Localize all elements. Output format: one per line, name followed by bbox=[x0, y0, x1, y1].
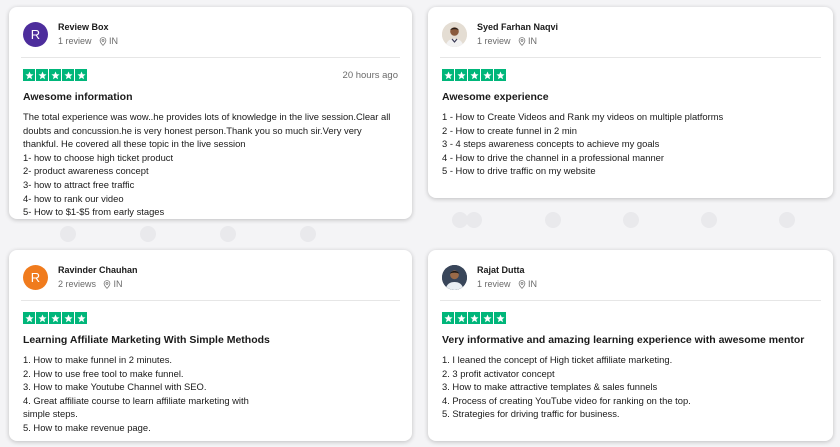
star-icon bbox=[23, 312, 35, 324]
star-icon bbox=[442, 312, 454, 324]
star-rating bbox=[442, 312, 506, 324]
country: IN bbox=[528, 278, 538, 289]
star-rating bbox=[23, 312, 87, 324]
review-count: 2 reviews bbox=[58, 278, 97, 289]
avatar[interactable] bbox=[442, 21, 467, 47]
review-line: 5 - How to drive traffic on my website bbox=[442, 165, 596, 177]
review-line: 4. Process of creating YouTube video for… bbox=[442, 394, 691, 406]
location: IN bbox=[518, 35, 538, 48]
divider bbox=[440, 57, 821, 58]
review-title[interactable]: Awesome information bbox=[23, 90, 398, 104]
star-icon bbox=[455, 69, 467, 81]
review-line: 3 - 4 steps awareness concepts to achiev… bbox=[442, 138, 660, 150]
star-icon bbox=[75, 69, 87, 81]
review-date: 20 hours ago bbox=[342, 69, 398, 81]
star-icon bbox=[75, 312, 87, 324]
reviewer-header: R Review Box 1 review IN bbox=[23, 21, 398, 47]
star-icon bbox=[455, 312, 467, 324]
reviewer-header: Syed Farhan Naqvi 1 review IN bbox=[442, 21, 819, 47]
review-line: 4 - How to drive the channel in a profes… bbox=[442, 151, 664, 163]
star-icon bbox=[442, 69, 454, 81]
review-line: The total experience was wow..he provide… bbox=[23, 111, 391, 150]
country: IN bbox=[109, 35, 119, 46]
avatar[interactable] bbox=[442, 264, 467, 290]
star-icon bbox=[36, 69, 48, 81]
review-title[interactable]: Learning Affiliate Marketing With Simple… bbox=[23, 333, 398, 347]
review-title[interactable]: Very informative and amazing learning ex… bbox=[442, 333, 819, 347]
map-pin-icon bbox=[99, 36, 107, 46]
star-icon bbox=[481, 69, 493, 81]
review-line: 2- product awareness concept bbox=[23, 165, 149, 177]
review-count: 1 review bbox=[477, 35, 511, 46]
review-card: R Review Box 1 review IN 20 hours ago Aw… bbox=[9, 7, 412, 219]
location: IN bbox=[103, 278, 123, 291]
divider bbox=[21, 300, 400, 301]
review-title[interactable]: Awesome experience bbox=[442, 90, 819, 104]
review-card: Rajat Dutta 1 review IN Very informative… bbox=[428, 250, 833, 441]
reviewer-header: Rajat Dutta 1 review IN bbox=[442, 264, 819, 290]
star-icon bbox=[468, 69, 480, 81]
review-line: 1. I leaned the concept of High ticket a… bbox=[442, 354, 673, 365]
star-icon bbox=[49, 312, 61, 324]
review-card: R Ravinder Chauhan 2 reviews IN Learning… bbox=[9, 250, 412, 441]
star-icon bbox=[49, 69, 61, 81]
star-icon bbox=[468, 312, 480, 324]
reviewer-name[interactable]: Review Box bbox=[58, 21, 118, 34]
location: IN bbox=[99, 35, 119, 48]
avatar[interactable]: R bbox=[23, 264, 48, 290]
reviewer-name[interactable]: Ravinder Chauhan bbox=[58, 264, 138, 277]
review-line: 4- how to rank our video bbox=[23, 192, 124, 204]
review-count: 1 review bbox=[477, 278, 511, 289]
review-body: The total experience was wow..he provide… bbox=[23, 110, 398, 219]
review-line: 1- how to choose high ticket product bbox=[23, 151, 174, 163]
review-line: 1. How to make funnel in 2 minutes. bbox=[23, 354, 173, 365]
map-pin-icon bbox=[518, 279, 526, 289]
avatar[interactable]: R bbox=[23, 21, 48, 47]
review-line: 5- How to $1-$5 from early stages bbox=[23, 206, 165, 218]
review-line: 2. How to use free tool to make funnel. bbox=[23, 367, 184, 379]
star-icon bbox=[481, 312, 493, 324]
review-line: 5. Strategies for driving traffic for bu… bbox=[442, 408, 620, 420]
reviewer-name[interactable]: Syed Farhan Naqvi bbox=[477, 21, 558, 34]
star-rating bbox=[23, 69, 87, 81]
review-line: 3. How to make Youtube Channel with SEO. bbox=[23, 381, 207, 393]
star-rating bbox=[442, 69, 506, 81]
star-icon bbox=[23, 69, 35, 81]
star-icon bbox=[62, 312, 74, 324]
review-line: 3- how to attract free traffic bbox=[23, 178, 135, 190]
review-body: 1. I leaned the concept of High ticket a… bbox=[442, 353, 819, 421]
star-icon bbox=[62, 69, 74, 81]
review-line: 4. Great affiliate course to learn affil… bbox=[23, 394, 249, 420]
map-pin-icon bbox=[518, 36, 526, 46]
review-line: 1 - How to Create Videos and Rank my vid… bbox=[442, 111, 724, 122]
star-icon bbox=[494, 69, 506, 81]
review-body: 1. How to make funnel in 2 minutes. 2. H… bbox=[23, 353, 268, 435]
country: IN bbox=[528, 35, 538, 46]
country: IN bbox=[113, 278, 123, 289]
review-card: Syed Farhan Naqvi 1 review IN Awesome ex… bbox=[428, 7, 833, 198]
star-icon bbox=[494, 312, 506, 324]
review-line: 5. How to make revenue page. bbox=[23, 421, 151, 433]
divider bbox=[440, 300, 821, 301]
review-line: 2. 3 profit activator concept bbox=[442, 367, 555, 379]
reviewer-header: R Ravinder Chauhan 2 reviews IN bbox=[23, 264, 398, 290]
review-line: 3. How to make attractive templates & sa… bbox=[442, 381, 658, 393]
reviewer-name[interactable]: Rajat Dutta bbox=[477, 264, 537, 277]
divider bbox=[21, 57, 400, 58]
star-icon bbox=[36, 312, 48, 324]
review-line: 2 - How to create funnel in 2 min bbox=[442, 124, 577, 136]
review-count: 1 review bbox=[58, 35, 92, 46]
location: IN bbox=[518, 278, 538, 291]
map-pin-icon bbox=[103, 279, 111, 289]
review-body: 1 - How to Create Videos and Rank my vid… bbox=[442, 110, 819, 178]
